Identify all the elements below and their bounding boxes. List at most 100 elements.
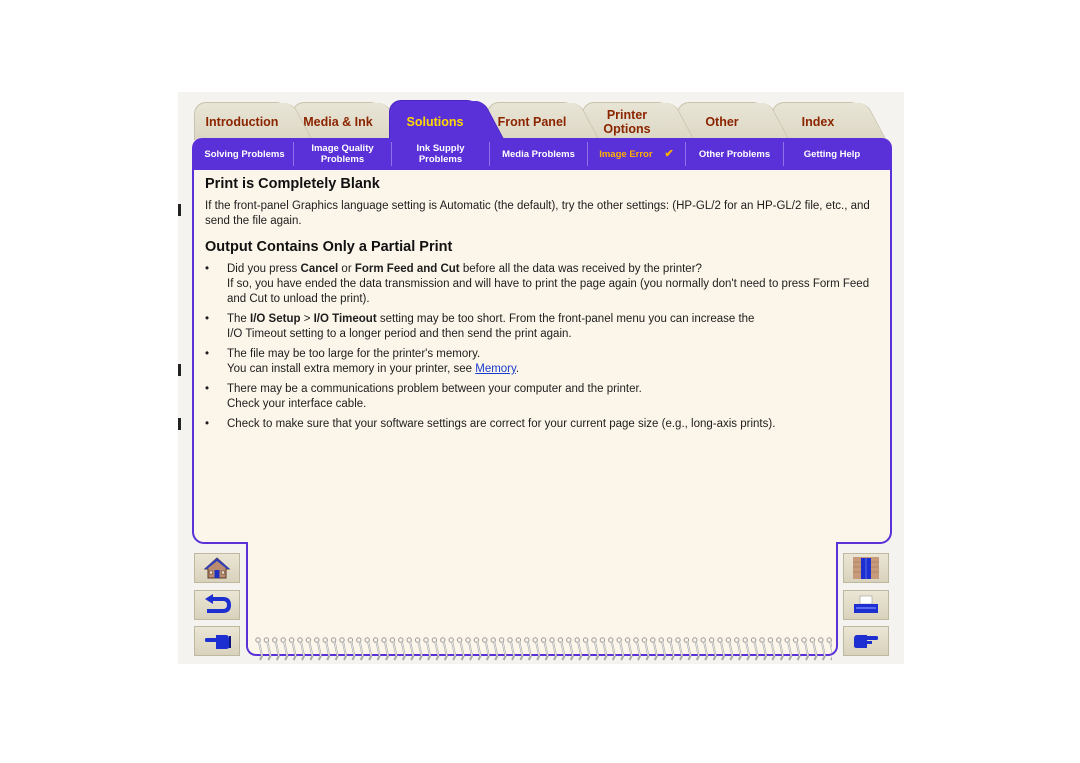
- memory-link[interactable]: Memory: [475, 363, 516, 375]
- bullet-icon: •: [205, 263, 210, 275]
- sub-navigation: Solving Problems Image Quality Problems …: [192, 138, 892, 170]
- spiral-ring: [683, 637, 692, 661]
- spiral-ring: [473, 637, 482, 661]
- spiral-ring: [381, 637, 390, 661]
- spiral-ring: [482, 637, 490, 661]
- spiral-ring: [582, 637, 591, 661]
- bullet-icon: •: [205, 348, 210, 360]
- previous-page-button[interactable]: [194, 626, 240, 656]
- spiral-ring: [792, 637, 801, 661]
- text: >: [300, 313, 314, 325]
- spiral-ring: [465, 637, 474, 661]
- back-icon: [205, 594, 232, 613]
- spiral-ring: [750, 637, 759, 661]
- print-button[interactable]: [843, 590, 889, 620]
- text: If so, you have ended the data transmiss…: [227, 278, 870, 305]
- spiral-ring: [431, 637, 440, 661]
- spiral-ring: [448, 637, 457, 661]
- spiral-ring: [801, 637, 810, 661]
- list-item: • The file may be too large for the prin…: [205, 347, 885, 377]
- spiral-ring: [759, 637, 768, 661]
- subnav-label: Getting Help: [803, 148, 861, 160]
- tab-label: Index: [801, 114, 835, 129]
- spiral-ring: [498, 637, 507, 661]
- tab-introduction[interactable]: Introduction: [194, 102, 290, 140]
- spiral-ring: [322, 637, 331, 661]
- text: Did you press: [227, 263, 301, 275]
- bold-text: Cancel: [300, 263, 339, 275]
- spiral-ring: [708, 637, 717, 661]
- section-heading: Print is Completely Blank: [205, 176, 380, 192]
- spiral-ring: [742, 637, 751, 661]
- subnav-getting-help[interactable]: Getting Help: [784, 142, 880, 166]
- tab-label: Other: [705, 114, 739, 129]
- bold-text: I/O Timeout: [313, 313, 377, 325]
- spiral-ring: [725, 637, 734, 661]
- pointing-hand-icon: [205, 635, 231, 649]
- spiral-ring: [650, 637, 658, 661]
- change-bar: [178, 204, 181, 216]
- exit-button[interactable]: [843, 553, 889, 583]
- spiral-ring: [330, 637, 339, 661]
- subnav-label: Image Quality Problems: [311, 143, 374, 165]
- spiral-ring: [372, 637, 381, 661]
- spiral-ring: [288, 637, 297, 661]
- spiral-ring: [809, 637, 818, 661]
- spiral-ring: [557, 637, 566, 661]
- spiral-ring: [423, 637, 432, 661]
- spiral-ring: [675, 637, 684, 661]
- next-page-button[interactable]: [843, 626, 889, 656]
- spiral-ring: [666, 637, 675, 661]
- text: before all the data was received by the …: [459, 263, 702, 275]
- change-bar: [178, 418, 181, 430]
- spiral-ring: [280, 637, 289, 661]
- text: or: [338, 263, 355, 275]
- spiral-ring: [784, 637, 793, 661]
- spiral-ring: [566, 637, 574, 661]
- subnav-other-problems[interactable]: Other Problems: [686, 142, 784, 166]
- spiral-rings: [255, 637, 832, 661]
- subnav-ink-supply-problems[interactable]: Ink Supply Problems: [392, 142, 490, 166]
- text: I/O Timeout setting to a longer period a…: [227, 328, 572, 340]
- spiral-ring: [734, 637, 742, 661]
- bullet-icon: •: [205, 383, 210, 395]
- spiral-ring: [364, 637, 373, 661]
- back-button[interactable]: [194, 590, 240, 620]
- subnav-media-problems[interactable]: Media Problems: [490, 142, 588, 166]
- spiral-ring: [389, 637, 398, 661]
- spiral-ring: [255, 637, 264, 661]
- exit-door-icon: [853, 557, 879, 579]
- subnav-label: Other Problems: [698, 148, 771, 160]
- spiral-ring: [515, 637, 524, 661]
- text: You can install extra memory in your pri…: [227, 363, 476, 375]
- subnav-image-error[interactable]: Image Error ✔: [588, 142, 686, 166]
- tab-solutions[interactable]: Solutions: [389, 100, 481, 142]
- bullet-icon: •: [205, 418, 210, 430]
- printer-icon: [854, 595, 878, 613]
- list-item: • The I/O Setup > I/O Timeout setting ma…: [205, 312, 885, 342]
- spiral-ring: [700, 637, 709, 661]
- spiral-ring: [440, 637, 448, 661]
- spiral-ring: [692, 637, 700, 661]
- spiral-ring: [633, 637, 642, 661]
- tab-label: Media & Ink: [303, 114, 373, 129]
- text: The file may be too large for the printe…: [227, 348, 481, 360]
- spiral-ring: [616, 637, 625, 661]
- subnav-image-quality-problems[interactable]: Image Quality Problems: [294, 142, 392, 166]
- home-button[interactable]: [194, 553, 240, 583]
- subnav-solving-problems[interactable]: Solving Problems: [196, 142, 294, 166]
- subnav-label: Image Error: [599, 148, 653, 160]
- spiral-ring: [599, 637, 608, 661]
- spiral-ring: [641, 637, 650, 661]
- spiral-ring: [339, 637, 348, 661]
- spiral-ring: [347, 637, 356, 661]
- spiral-ring: [608, 637, 616, 661]
- tab-label: Introduction: [205, 114, 279, 129]
- spiral-ring: [490, 637, 499, 661]
- change-bar: [178, 364, 181, 376]
- text: setting may be too short. From the front…: [376, 313, 755, 325]
- subnav-label: Media Problems: [502, 148, 575, 160]
- spiral-ring: [574, 637, 583, 661]
- text: The: [227, 313, 251, 325]
- list-item: • Check to make sure that your software …: [205, 417, 885, 432]
